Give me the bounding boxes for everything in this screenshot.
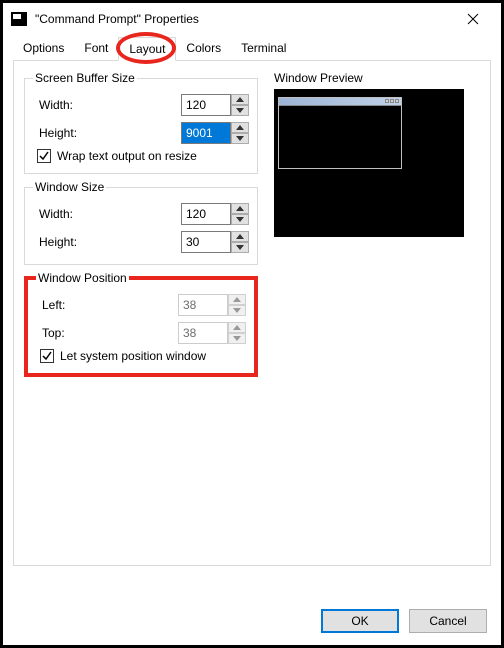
spinner-winpos-left[interactable] <box>178 294 246 316</box>
winsize-height-down[interactable] <box>231 242 249 253</box>
label-buffer-width: Width: <box>33 98 181 112</box>
group-screen-buffer: Screen Buffer Size Width: Height: <box>24 71 258 174</box>
close-icon <box>467 13 479 25</box>
legend-winsize: Window Size <box>33 180 106 194</box>
legend-winpos: Window Position <box>36 271 129 285</box>
winsize-width-up[interactable] <box>231 203 249 214</box>
tab-options[interactable]: Options <box>13 37 74 60</box>
group-window-position: Window Position Left: Top: <box>24 271 258 377</box>
cancel-button[interactable]: Cancel <box>409 609 487 633</box>
input-buffer-height[interactable] <box>181 122 231 144</box>
legend-buffer: Screen Buffer Size <box>33 71 137 85</box>
check-icon <box>39 151 49 161</box>
winpos-left-up <box>228 294 246 305</box>
titlebar: "Command Prompt" Properties <box>3 3 501 35</box>
winpos-left-down <box>228 305 246 316</box>
input-winsize-width[interactable] <box>181 203 231 225</box>
buffer-width-down[interactable] <box>231 105 249 116</box>
label-winsize-width: Width: <box>33 207 181 221</box>
chevron-up-icon <box>233 297 241 302</box>
spinner-winpos-top[interactable] <box>178 322 246 344</box>
checkbox-syspos[interactable] <box>40 349 54 363</box>
chevron-up-icon <box>236 234 244 239</box>
close-button[interactable] <box>453 4 493 34</box>
window-title: "Command Prompt" Properties <box>35 12 453 26</box>
dialog-buttons: OK Cancel <box>321 609 487 633</box>
dialog-window: "Command Prompt" Properties Options Font… <box>0 0 504 648</box>
chevron-up-icon <box>236 97 244 102</box>
cmd-icon <box>11 12 27 26</box>
tab-colors[interactable]: Colors <box>176 37 231 60</box>
check-icon <box>42 351 52 361</box>
label-buffer-height: Height: <box>33 126 181 140</box>
chevron-down-icon <box>236 108 244 113</box>
chevron-down-icon <box>236 245 244 250</box>
spinner-winsize-width[interactable] <box>181 203 249 225</box>
tab-bar: Options Font Layout Colors Terminal <box>3 37 501 60</box>
label-winpos-top: Top: <box>36 326 178 340</box>
chevron-up-icon <box>236 125 244 130</box>
spinner-winsize-height[interactable] <box>181 231 249 253</box>
input-winpos-left <box>178 294 228 316</box>
checkbox-row-wrap[interactable]: Wrap text output on resize <box>33 147 249 165</box>
spinner-buffer-height[interactable] <box>181 122 249 144</box>
winpos-top-down <box>228 333 246 344</box>
tab-terminal[interactable]: Terminal <box>231 37 296 60</box>
label-preview: Window Preview <box>274 71 480 85</box>
winsize-height-up[interactable] <box>231 231 249 242</box>
chevron-down-icon <box>236 136 244 141</box>
preview-mini-titlebar <box>279 98 401 106</box>
winsize-width-down[interactable] <box>231 214 249 225</box>
tab-layout-label: Layout <box>129 42 165 56</box>
ok-button[interactable]: OK <box>321 609 399 633</box>
checkbox-wrap[interactable] <box>37 149 51 163</box>
preview-mini-window <box>278 97 402 169</box>
tab-panel: Screen Buffer Size Width: Height: <box>13 60 491 566</box>
label-wrap: Wrap text output on resize <box>57 149 197 163</box>
chevron-down-icon <box>236 217 244 222</box>
input-winpos-top <box>178 322 228 344</box>
tab-layout[interactable]: Layout <box>118 37 176 61</box>
label-syspos: Let system position window <box>60 349 206 363</box>
chevron-up-icon <box>236 206 244 211</box>
buffer-width-up[interactable] <box>231 94 249 105</box>
tab-font[interactable]: Font <box>74 37 118 60</box>
buffer-height-up[interactable] <box>231 122 249 133</box>
window-preview <box>274 89 464 237</box>
label-winsize-height: Height: <box>33 235 181 249</box>
chevron-down-icon <box>233 308 241 313</box>
chevron-up-icon <box>233 325 241 330</box>
label-winpos-left: Left: <box>36 298 178 312</box>
group-window-size: Window Size Width: Height: <box>24 180 258 265</box>
buffer-height-down[interactable] <box>231 133 249 144</box>
spinner-buffer-width[interactable] <box>181 94 249 116</box>
input-winsize-height[interactable] <box>181 231 231 253</box>
winpos-top-up <box>228 322 246 333</box>
input-buffer-width[interactable] <box>181 94 231 116</box>
chevron-down-icon <box>233 336 241 341</box>
checkbox-row-syspos[interactable]: Let system position window <box>36 347 246 365</box>
